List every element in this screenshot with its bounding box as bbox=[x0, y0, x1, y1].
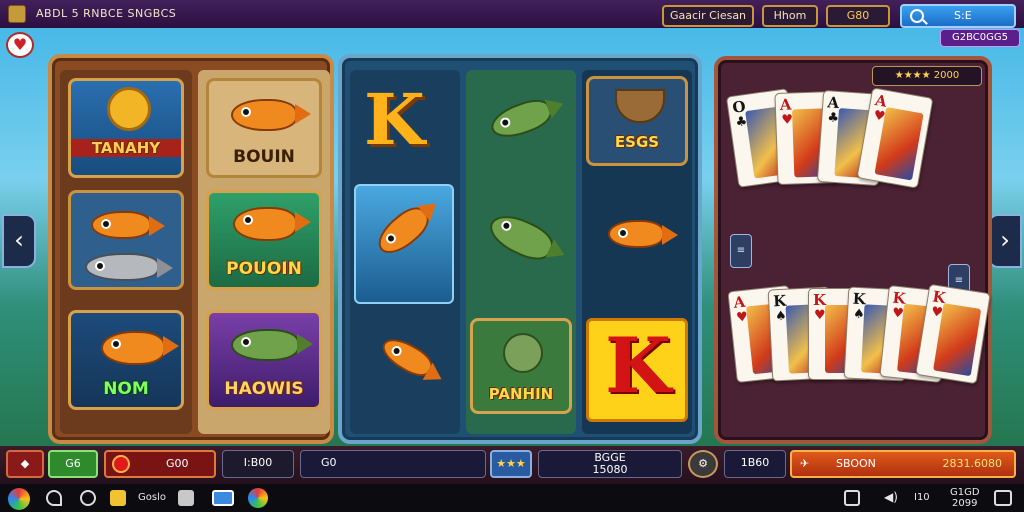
taskbar: Goslo ◀) I10 G1GD 2099 bbox=[0, 484, 1024, 512]
app-title: ABDL 5 RNBCE SNGBCS bbox=[36, 7, 177, 20]
home-button[interactable]: Hhom bbox=[762, 5, 818, 27]
k-symbol: K bbox=[605, 321, 672, 410]
card-suit-icon: ♥ bbox=[735, 309, 749, 326]
cortana-icon[interactable] bbox=[46, 490, 62, 506]
slot-tile: TANAHY bbox=[68, 78, 184, 178]
spin-value: 2831.6080 bbox=[942, 457, 1003, 470]
store-icon[interactable] bbox=[178, 490, 194, 506]
bet-field[interactable]: G0 bbox=[300, 450, 486, 478]
k-symbol: K bbox=[364, 78, 425, 161]
search-icon bbox=[910, 9, 924, 23]
card-side-tab-left[interactable]: ≡ bbox=[730, 234, 752, 268]
reel-middle-1: K bbox=[350, 70, 460, 434]
notification-icon[interactable] bbox=[994, 490, 1012, 506]
stake-button[interactable]: G00 bbox=[104, 450, 216, 478]
slot-tile: K bbox=[586, 318, 688, 422]
stake-value: G00 bbox=[166, 457, 189, 470]
card-rank: A bbox=[779, 95, 792, 114]
heart-icon: ♥ bbox=[12, 35, 28, 54]
search-button[interactable]: S:E bbox=[900, 4, 1016, 28]
tile-label: NOM bbox=[103, 379, 149, 399]
card-suit-icon: ♣ bbox=[826, 110, 840, 127]
reel-left-2: BOUIN POUOIN HAOWIS bbox=[198, 70, 330, 434]
reel-left-1: TANAHY NOM bbox=[60, 70, 192, 434]
tile-label: ESGS bbox=[614, 133, 660, 151]
reel-middle-2: PANHIN bbox=[466, 70, 576, 434]
search-label: S:E bbox=[954, 9, 972, 22]
reel-middle-3: ESGS K bbox=[582, 70, 692, 434]
clock-date: 2099 bbox=[952, 498, 978, 509]
tile-label: TANAHY bbox=[71, 139, 181, 157]
tile-label: HAOWIS bbox=[224, 379, 304, 399]
tile-label: BOUIN bbox=[233, 147, 295, 167]
card-suit-icon: ♠ bbox=[774, 308, 788, 325]
bet-value: G6 bbox=[48, 450, 98, 478]
task-view-icon[interactable] bbox=[80, 490, 96, 506]
mail-icon[interactable] bbox=[212, 490, 234, 506]
card-suit-icon: ♣ bbox=[734, 114, 749, 131]
classic-mode-button[interactable]: Gaacir Ciesan bbox=[662, 5, 754, 27]
rating-badge: ★★★★ 2000 bbox=[872, 66, 982, 86]
card-suit-icon: ♥ bbox=[814, 308, 826, 323]
left-slot-panel: TANAHY NOM BOUIN POUOIN HAOWIS bbox=[48, 54, 334, 444]
diamond-icon: ◆ bbox=[20, 457, 30, 470]
chevron-left-icon: ‹ bbox=[14, 226, 24, 254]
clock-time: G1GD bbox=[950, 487, 980, 498]
spin-button[interactable]: ✈ SBOON 2831.6080 bbox=[790, 450, 1016, 478]
app-logo-icon bbox=[8, 5, 26, 23]
card-suit-icon: ♥ bbox=[781, 112, 794, 128]
slot-tile: BOUIN bbox=[206, 78, 322, 178]
tile-label: POUOIN bbox=[226, 259, 302, 279]
start-button-icon[interactable] bbox=[8, 488, 30, 510]
file-explorer-icon[interactable] bbox=[110, 490, 126, 506]
card-rank: K bbox=[772, 291, 787, 311]
card-suit-icon: ♠ bbox=[852, 306, 866, 323]
slot-tile: ESGS bbox=[586, 76, 688, 166]
previous-arrow-button[interactable]: ‹ bbox=[2, 214, 36, 268]
top-bar: ABDL 5 RNBCE SNGBCS Gaacir Ciesan Hhom G… bbox=[0, 0, 1024, 28]
menu-icon: ≡ bbox=[954, 275, 964, 286]
coins-badge: G2BC0GG5 bbox=[940, 29, 1020, 47]
line-display: I:B00 bbox=[222, 450, 294, 478]
tile-label: PANHIN bbox=[488, 385, 554, 403]
slot-tile: HAOWIS bbox=[206, 310, 322, 410]
tray-window-icon[interactable] bbox=[844, 490, 860, 506]
clock[interactable]: G1GD 2099 bbox=[950, 487, 980, 509]
card-suit-icon: ♥ bbox=[930, 304, 944, 322]
coin-icon bbox=[112, 455, 130, 473]
win-display: 1B60 bbox=[724, 450, 786, 478]
auto-stars-button[interactable]: ★★★ bbox=[490, 450, 532, 478]
plus-icon: ≡ bbox=[736, 245, 746, 256]
middle-slot-panel: K PANHIN ESGS K bbox=[338, 54, 702, 444]
chevron-right-icon: › bbox=[1000, 226, 1010, 254]
playing-card[interactable]: K ♥ bbox=[915, 283, 991, 385]
slot-tile bbox=[68, 190, 184, 290]
gear-icon: ⚙ bbox=[698, 457, 708, 470]
card-panel: O ♣ A ♥ A ♣ A ♥ A ♥ K ♠ K ♥ K ♠ K ♥ K ♥ ≡ ≡ bbox=[714, 56, 992, 444]
card-rank: K bbox=[852, 289, 867, 309]
balance-button[interactable]: G80 bbox=[826, 5, 890, 27]
control-bar: ◆ G6 G00 I:B00 G0 ★★★ BGGE 15080 ⚙ 1B60 … bbox=[0, 446, 1024, 484]
settings-button[interactable]: ⚙ bbox=[688, 450, 718, 478]
taskbar-app-label[interactable]: Goslo bbox=[138, 492, 166, 503]
slot-tile bbox=[354, 184, 454, 304]
card-suit-icon: ♥ bbox=[891, 305, 905, 322]
slot-tile: POUOIN bbox=[206, 190, 322, 290]
spin-icon: ✈ bbox=[800, 457, 810, 470]
network-status[interactable]: I10 bbox=[914, 492, 930, 503]
card-rank: A bbox=[826, 93, 840, 113]
spin-label: SBOON bbox=[836, 457, 876, 470]
volume-icon[interactable]: ◀) bbox=[884, 490, 898, 504]
card-rank: K bbox=[813, 291, 827, 309]
bet-minus-button[interactable]: ◆ bbox=[6, 450, 44, 478]
next-arrow-button[interactable]: › bbox=[988, 214, 1022, 268]
total-value: 15080 bbox=[592, 463, 628, 476]
slot-tile: PANHIN bbox=[470, 318, 572, 414]
browser-icon[interactable] bbox=[248, 488, 268, 508]
total-display: BGGE 15080 bbox=[538, 450, 682, 478]
slot-tile: NOM bbox=[68, 310, 184, 410]
favorite-heart-button[interactable]: ♥ bbox=[6, 32, 34, 58]
